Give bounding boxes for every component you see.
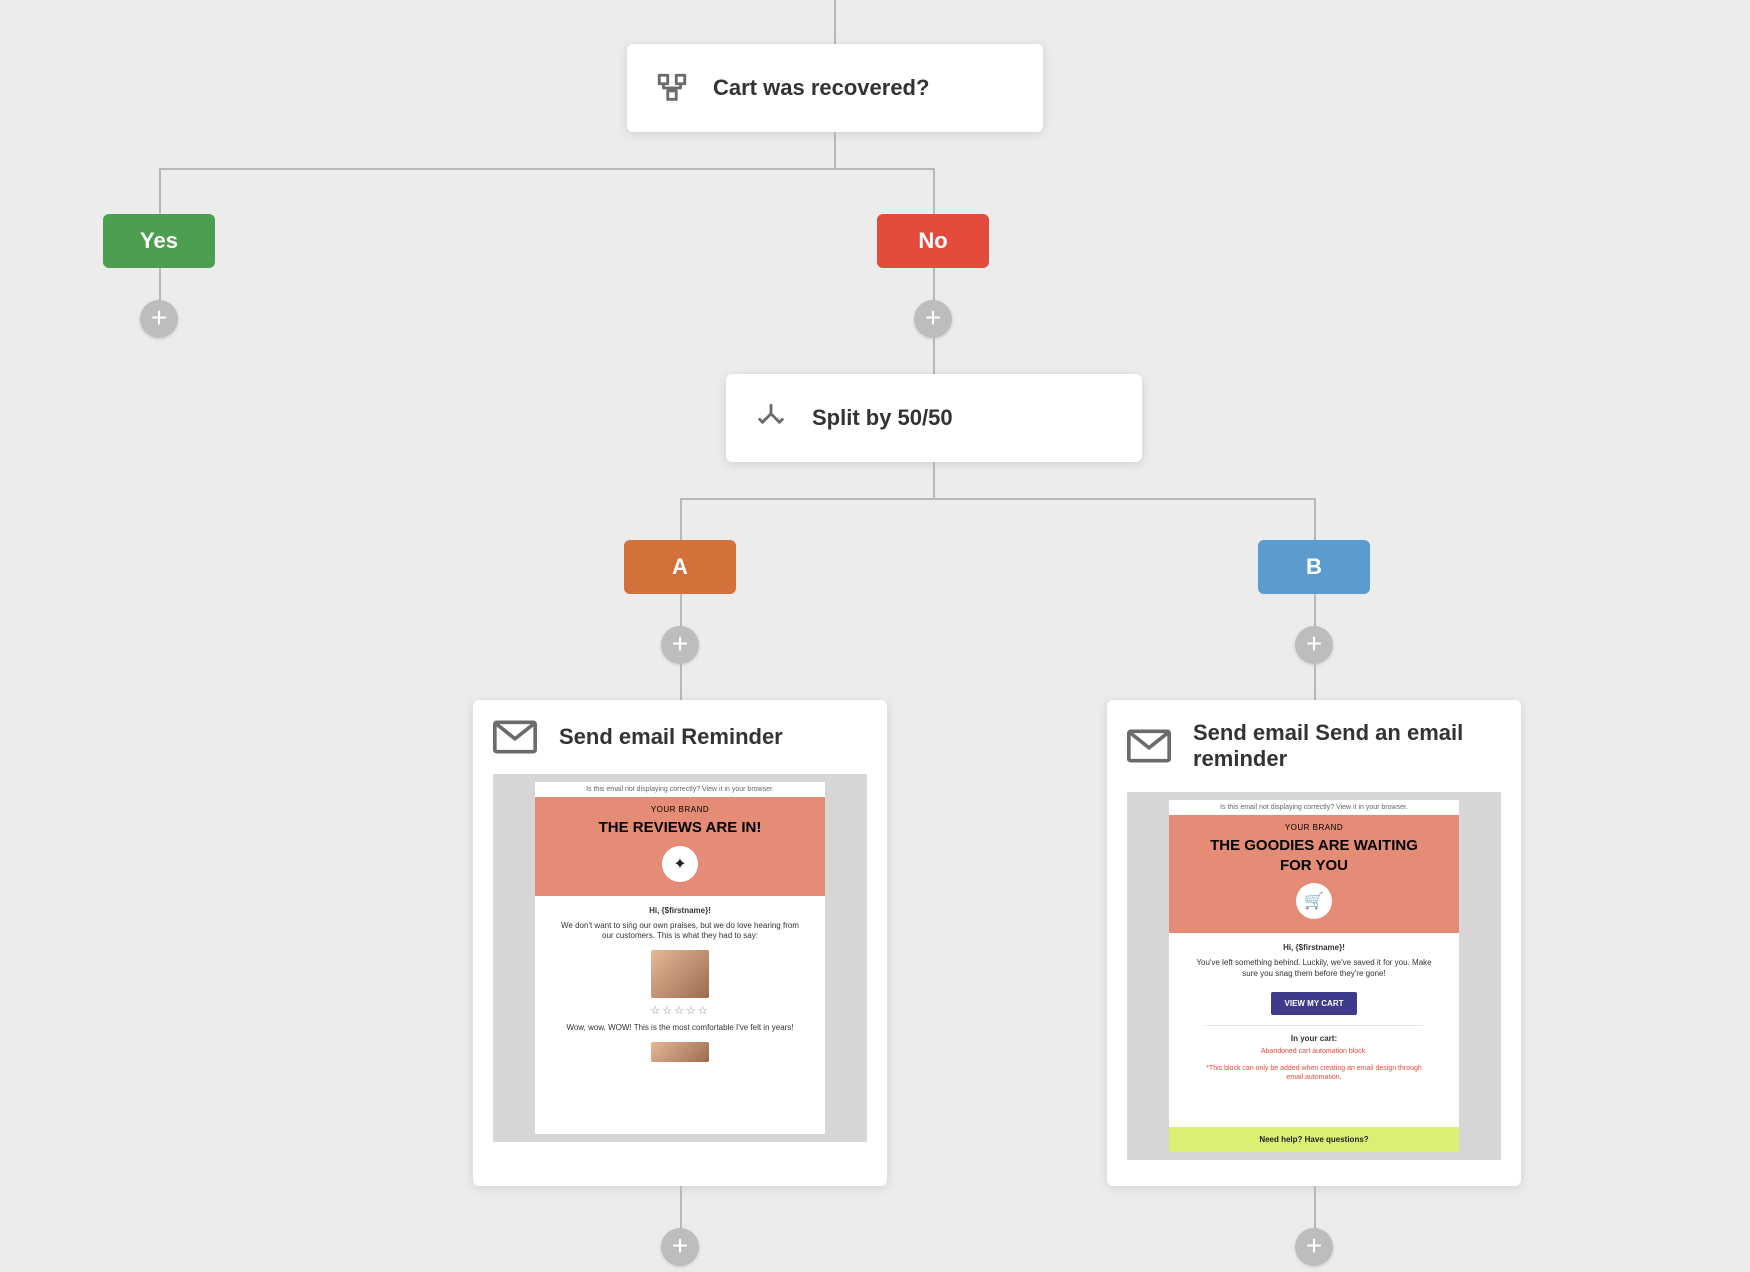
- preview-headline: THE REVIEWS ARE IN!: [563, 818, 797, 838]
- connector-line: [933, 338, 935, 374]
- email-node-b[interactable]: Send email Send an email reminder Is thi…: [1107, 700, 1521, 1186]
- preview-warning: *This block can only be added when creat…: [1189, 1060, 1439, 1086]
- email-a-title: Send email Reminder: [559, 724, 783, 750]
- condition-node[interactable]: Cart was recovered?: [627, 44, 1043, 132]
- variant-a-label: A: [672, 554, 688, 580]
- variant-b[interactable]: B: [1258, 540, 1370, 594]
- branch-no[interactable]: No: [877, 214, 989, 268]
- preview-paragraph: You've left something behind. Luckily, w…: [1189, 958, 1439, 980]
- connector-line: [680, 594, 682, 626]
- add-step-after-email-b[interactable]: [1295, 1228, 1333, 1266]
- preview-greeting: Hi, {$firstname}!: [555, 906, 805, 915]
- preview-help-banner: Need help? Have questions?: [1169, 1127, 1459, 1152]
- preview-cta-button: VIEW MY CART: [1271, 992, 1358, 1015]
- sparkle-icon: ✦: [662, 846, 698, 882]
- preview-greeting: Hi, {$firstname}!: [1189, 943, 1439, 952]
- split-label: Split by 50/50: [812, 405, 953, 431]
- connector-line: [159, 268, 161, 300]
- preview-tagline: Is this email not displaying correctly? …: [535, 782, 825, 797]
- preview-image: [651, 1042, 709, 1062]
- branch-icon: [655, 71, 689, 105]
- connector-line: [834, 132, 836, 168]
- connector-line: [680, 664, 682, 700]
- connector-line: [933, 462, 935, 498]
- connector-line: [680, 1186, 682, 1230]
- preview-image: [651, 950, 709, 998]
- preview-brand: YOUR BRAND: [563, 805, 797, 814]
- email-b-preview: Is this email not displaying correctly? …: [1127, 792, 1501, 1160]
- preview-paragraph: We don't want to sing our own praises, b…: [555, 921, 805, 943]
- connector-line: [1314, 664, 1316, 700]
- add-step-after-b[interactable]: [1295, 626, 1333, 664]
- preview-quote: Wow, wow, WOW! This is the most comforta…: [555, 1023, 805, 1034]
- preview-headline: THE GOODIES ARE WAITING FOR YOU: [1197, 836, 1431, 875]
- email-a-preview: Is this email not displaying correctly? …: [493, 774, 867, 1142]
- star-rating: ☆☆☆☆☆: [555, 1004, 805, 1017]
- add-step-after-no[interactable]: [914, 300, 952, 338]
- preview-warning: Abandoned cart automation block.: [1189, 1043, 1439, 1060]
- split-icon: [754, 401, 788, 435]
- branch-yes[interactable]: Yes: [103, 214, 215, 268]
- preview-brand: YOUR BRAND: [1197, 823, 1431, 832]
- connector-line: [933, 168, 935, 214]
- connector-line: [680, 498, 1316, 500]
- automation-flow-canvas[interactable]: Cart was recovered? Yes No Split by 50/5…: [0, 0, 1750, 1272]
- connector-line: [159, 168, 161, 214]
- connector-line: [159, 168, 935, 170]
- connector-line: [1314, 594, 1316, 626]
- preview-section-title: In your cart:: [1205, 1025, 1423, 1043]
- email-b-title: Send email Send an email reminder: [1193, 720, 1501, 772]
- connector-line: [680, 498, 682, 540]
- condition-label: Cart was recovered?: [713, 75, 929, 101]
- branch-yes-label: Yes: [140, 228, 178, 254]
- add-step-after-email-a[interactable]: [661, 1228, 699, 1266]
- connector-line: [1314, 1186, 1316, 1230]
- email-icon: [493, 720, 537, 754]
- variant-a[interactable]: A: [624, 540, 736, 594]
- split-node[interactable]: Split by 50/50: [726, 374, 1142, 462]
- email-node-a[interactable]: Send email Reminder Is this email not di…: [473, 700, 887, 1186]
- connector-line: [933, 268, 935, 300]
- email-icon: [1127, 729, 1171, 763]
- variant-b-label: B: [1306, 554, 1322, 580]
- add-step-after-yes[interactable]: [140, 300, 178, 338]
- connector-line: [1314, 498, 1316, 540]
- preview-tagline: Is this email not displaying correctly? …: [1169, 800, 1459, 815]
- add-step-after-a[interactable]: [661, 626, 699, 664]
- branch-no-label: No: [918, 228, 947, 254]
- cart-icon: 🛒: [1296, 883, 1332, 919]
- connector-line: [834, 0, 836, 44]
